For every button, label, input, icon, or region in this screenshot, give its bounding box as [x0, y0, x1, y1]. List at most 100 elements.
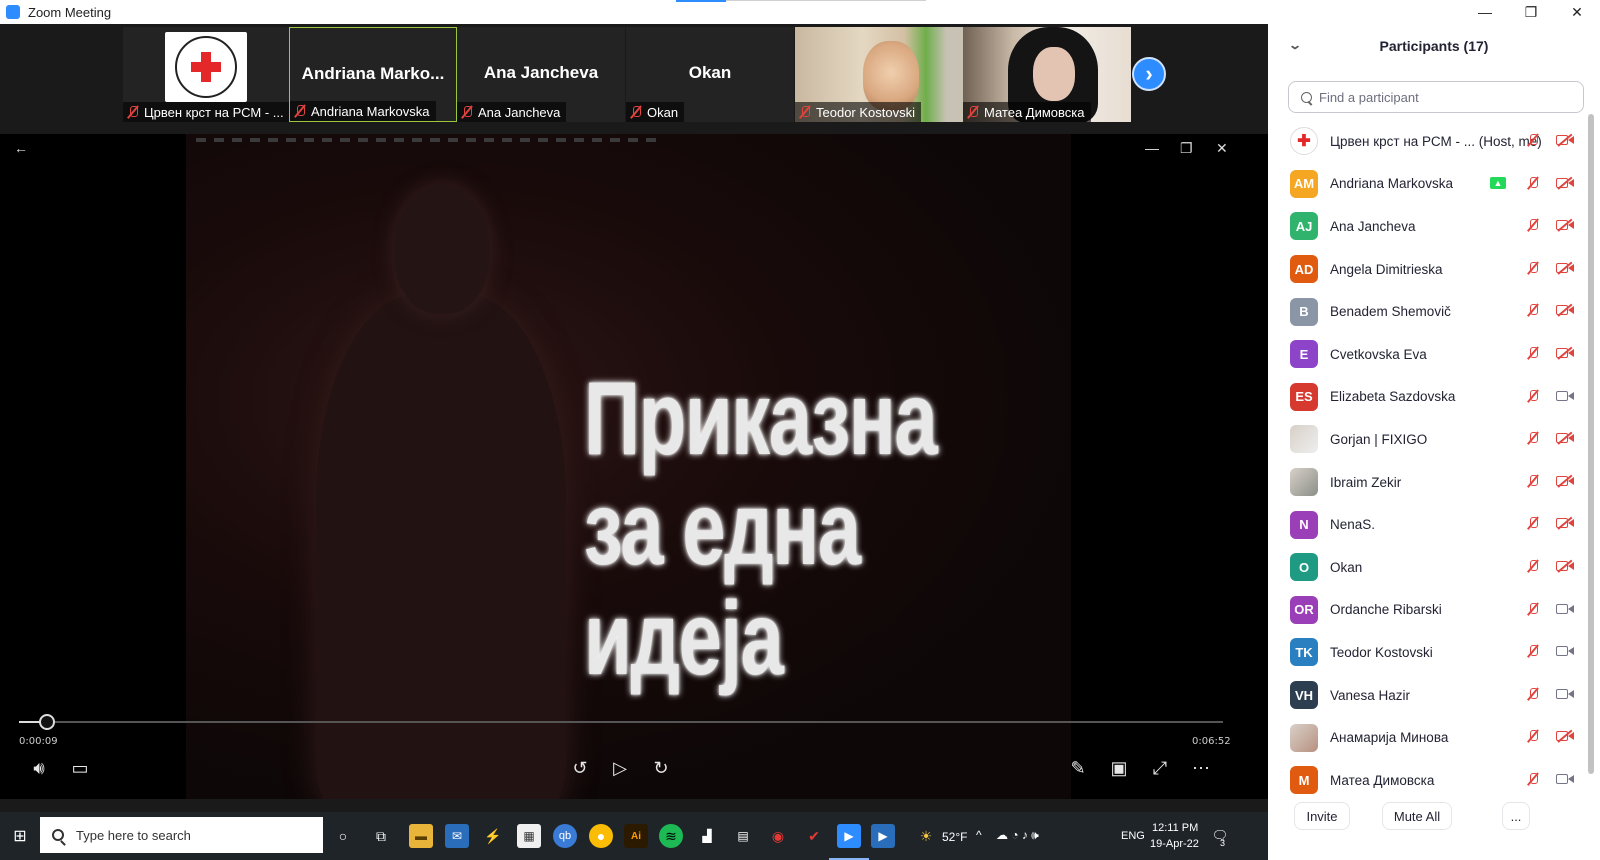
camera-off-icon[interactable]	[1556, 516, 1574, 530]
network-app-icon[interactable]: ▤	[731, 824, 755, 848]
file-explorer-icon[interactable]: ▬	[409, 824, 433, 848]
camera-off-icon[interactable]	[1556, 261, 1574, 275]
mic-muted-icon[interactable]	[1527, 687, 1539, 701]
minimize-button[interactable]: —	[1462, 0, 1508, 24]
microsoft-store-icon[interactable]: ▦	[517, 824, 541, 848]
media-player-icon[interactable]: ▶	[871, 824, 895, 848]
task-view-icon[interactable]: ⧉	[369, 824, 393, 848]
video-tile-matea[interactable]: Матеа Димовска	[963, 27, 1131, 122]
camera-off-icon[interactable]	[1556, 304, 1574, 317]
participant-row[interactable]: AD Angela Dimitrieska	[1268, 248, 1588, 291]
chrome-icon[interactable]: ●	[589, 824, 613, 848]
mute-all-button[interactable]: Mute All	[1382, 802, 1452, 830]
participant-row[interactable]: OR Ordanche Ribarski	[1268, 589, 1588, 632]
participant-row[interactable]: N NenaS.	[1268, 503, 1588, 546]
camera-off-icon[interactable]	[1556, 346, 1574, 360]
mic-muted-icon[interactable]	[1527, 176, 1539, 190]
camera-off-icon[interactable]	[1556, 218, 1574, 232]
video-tile-okan[interactable]: Okan Okan	[626, 27, 794, 122]
participant-row[interactable]: TK Teodor Kostovski	[1268, 631, 1588, 674]
participant-row[interactable]: O Okan	[1268, 546, 1588, 589]
close-video-icon[interactable]: ✕	[1216, 140, 1228, 157]
camera-icon[interactable]	[1556, 603, 1574, 615]
participant-row[interactable]: Ibraim Zekir	[1268, 461, 1588, 504]
mic-muted-icon[interactable]	[1527, 516, 1539, 530]
camera-off-icon[interactable]	[1556, 176, 1574, 189]
mic-muted-icon[interactable]	[1527, 474, 1539, 488]
camera-off-icon[interactable]	[1556, 729, 1574, 743]
camera-icon[interactable]	[1556, 390, 1574, 402]
play-icon[interactable]: ▷	[606, 754, 634, 782]
participant-row[interactable]: Анамарија Минова	[1268, 716, 1588, 759]
illustrator-icon[interactable]: Ai	[624, 824, 648, 848]
close-button[interactable]: ✕	[1554, 0, 1600, 24]
video-tile-ana[interactable]: Ana Jancheva Ana Jancheva	[457, 27, 625, 122]
mic-muted-icon[interactable]	[1527, 389, 1539, 403]
clock-date[interactable]: 19-Apr-22	[1150, 838, 1199, 850]
app-icon[interactable]: ▟	[695, 824, 719, 848]
tray-icons[interactable]: ☁ ◔ ♪ 🕪︎	[996, 828, 1039, 843]
tray-chevron-icon[interactable]: ^	[976, 828, 982, 842]
camera-icon[interactable]	[1556, 688, 1574, 700]
video-scrubber[interactable]	[19, 714, 1223, 730]
mic-muted-icon[interactable]	[1527, 772, 1539, 786]
restore-button[interactable]: ❐	[1508, 0, 1554, 24]
mic-muted-icon[interactable]	[1527, 602, 1539, 616]
mic-muted-icon[interactable]	[1527, 431, 1539, 445]
taskbar-search[interactable]: Type here to search	[40, 817, 323, 853]
video-tile-teodor[interactable]: Teodor Kostovski	[795, 27, 963, 122]
mic-muted-icon[interactable]	[1527, 729, 1539, 743]
camera-icon[interactable]	[1556, 773, 1574, 785]
mic-muted-icon[interactable]	[1527, 133, 1539, 147]
camera-icon[interactable]	[1556, 645, 1574, 657]
lightning-app-icon[interactable]: ⚡	[481, 824, 505, 848]
windows-start-icon[interactable]: ⊞	[8, 824, 32, 848]
zoom-taskbar-icon[interactable]: ▶	[837, 824, 861, 848]
participant-row[interactable]: VH Vanesa Hazir	[1268, 674, 1588, 717]
language-indicator[interactable]: ENG	[1121, 830, 1145, 842]
spotify-icon[interactable]: ≋	[659, 824, 683, 848]
participant-row[interactable]: E Cvetkovska Eva	[1268, 333, 1588, 376]
fullscreen-icon[interactable]: ⤢	[1146, 754, 1174, 782]
collapse-chevron-icon[interactable]: ⌄	[1288, 38, 1302, 52]
restore-video-icon[interactable]: ❐	[1180, 140, 1193, 157]
qbittorrent-icon[interactable]: qb	[553, 824, 577, 848]
participant-row[interactable]: AJ Ana Jancheva	[1268, 205, 1588, 248]
minimize-video-icon[interactable]: —	[1145, 140, 1159, 156]
mic-muted-icon[interactable]	[1527, 346, 1539, 360]
clock-time[interactable]: 12:11 PM	[1152, 822, 1198, 834]
more-button[interactable]: ...	[1502, 802, 1530, 830]
invite-button[interactable]: Invite	[1294, 802, 1350, 830]
mic-muted-icon[interactable]	[1527, 218, 1539, 232]
vivaldi-icon[interactable]: ✔	[802, 824, 826, 848]
participant-row[interactable]: B Benadem Shemovič	[1268, 290, 1588, 333]
video-tile-host[interactable]: Црвен крст на РСМ - ...	[123, 27, 291, 122]
red-app-icon[interactable]: ◉	[766, 824, 790, 848]
participant-row[interactable]: ✚ Црвен крст на РСМ - ... (Host, me)	[1268, 120, 1588, 163]
camera-off-icon[interactable]	[1556, 133, 1574, 147]
participant-row[interactable]: ES Elizabeta Sazdovska	[1268, 376, 1588, 419]
scrubber-knob[interactable]	[38, 714, 55, 730]
forward-30-icon[interactable]: ↻	[647, 754, 675, 782]
subtitles-icon[interactable]: ▭	[66, 754, 94, 782]
back-arrow-icon[interactable]: ←	[14, 140, 28, 156]
miniplayer-icon[interactable]: ▣	[1105, 754, 1133, 782]
pencil-icon[interactable]: ✎	[1064, 754, 1092, 782]
rewind-10-icon[interactable]: ↺	[566, 754, 594, 782]
cortana-icon[interactable]: ○	[331, 824, 355, 848]
participants-scrollbar[interactable]	[1588, 114, 1594, 774]
mic-muted-icon[interactable]	[1527, 261, 1539, 275]
next-page-button[interactable]: ›	[1132, 57, 1166, 91]
volume-icon[interactable]: 🔊︎	[25, 754, 53, 782]
camera-off-icon[interactable]	[1556, 559, 1574, 573]
participant-row[interactable]: AM Andriana Markovska ▲	[1268, 163, 1588, 206]
camera-off-icon[interactable]	[1556, 474, 1574, 488]
video-tile-andriana[interactable]: Andriana Marko... Andriana Markovska	[289, 27, 457, 122]
mic-muted-icon[interactable]	[1527, 559, 1539, 573]
find-participant-input[interactable]: Find a participant	[1288, 81, 1584, 113]
camera-off-icon[interactable]	[1556, 431, 1574, 445]
participant-row[interactable]: Gorjan | FIXIGO	[1268, 418, 1588, 461]
mic-muted-icon[interactable]	[1527, 303, 1539, 317]
mail-icon[interactable]: ✉	[445, 824, 469, 848]
mic-muted-icon[interactable]	[1527, 644, 1539, 658]
